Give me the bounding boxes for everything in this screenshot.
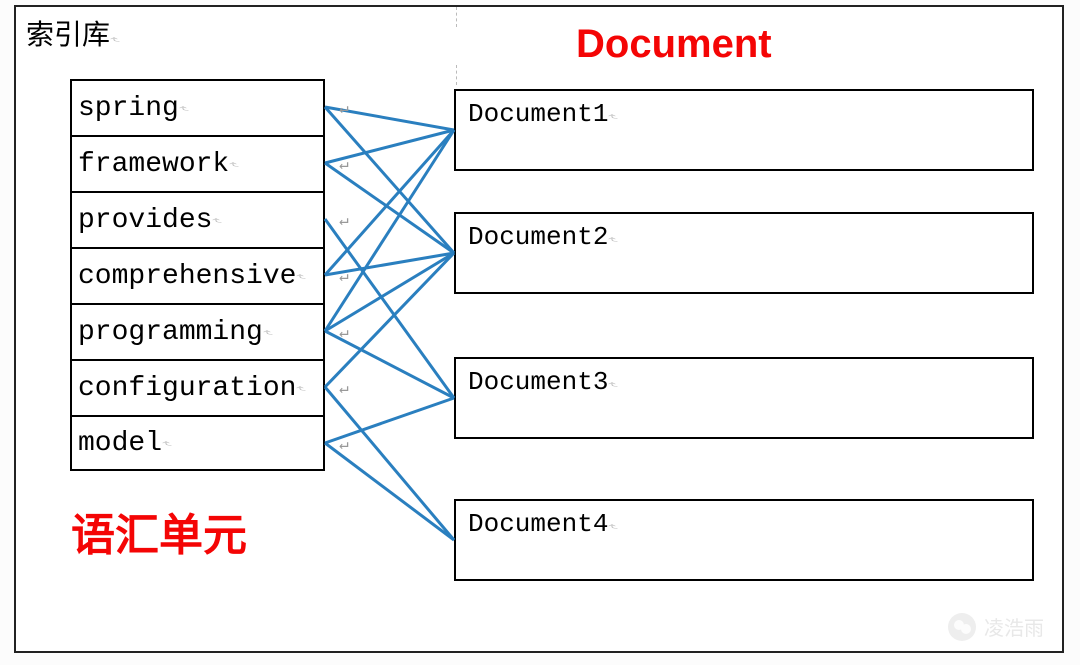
svg-text:↵: ↵ (339, 100, 349, 118)
term-cell: configuration⤶ (70, 359, 325, 415)
document-box: Document1⤶ (454, 89, 1034, 171)
term-cell: framework⤶ (70, 135, 325, 191)
document-box: Document2⤶ (454, 212, 1034, 294)
term-text: programming (78, 317, 263, 348)
term-cell: model⤶ (70, 415, 325, 471)
wechat-icon (948, 613, 976, 641)
svg-text:↵: ↵ (339, 268, 349, 286)
svg-text:↵: ↵ (339, 212, 349, 230)
document-label: Document1 (468, 99, 608, 129)
index-library-title: 索引库⤶ (26, 13, 120, 53)
term-text: comprehensive (78, 261, 296, 292)
term-cell: spring⤶ (70, 79, 325, 135)
term-text: framework (78, 149, 229, 180)
svg-text:↵: ↵ (339, 380, 349, 398)
term-text: configuration (78, 373, 296, 404)
vocabulary-unit-heading: 语汇单元 (71, 499, 247, 563)
document-box: Document4⤶ (454, 499, 1034, 581)
svg-text:↵: ↵ (339, 324, 349, 342)
watermark-text: 凌浩雨 (984, 612, 1044, 641)
tick-mark (456, 7, 458, 27)
watermark: 凌浩雨 (948, 612, 1044, 641)
term-cell: comprehensive⤶ (70, 247, 325, 303)
term-text: model (78, 428, 162, 459)
tick-mark (456, 65, 458, 85)
term-text: provides (78, 205, 212, 236)
document-label: Document4 (468, 509, 608, 539)
document-box: Document3⤶ (454, 357, 1034, 439)
svg-text:↵: ↵ (339, 436, 349, 454)
document-label: Document3 (468, 367, 608, 397)
term-text: spring (78, 93, 179, 124)
term-cell: programming⤶ (70, 303, 325, 359)
document-heading: Document (576, 22, 772, 67)
diagram-frame: 索引库⤶ Document spring⤶ framework⤶ provide… (14, 5, 1064, 653)
term-list: spring⤶ framework⤶ provides⤶ comprehensi… (70, 79, 325, 471)
svg-text:↵: ↵ (339, 156, 349, 174)
term-cell: provides⤶ (70, 191, 325, 247)
document-label: Document2 (468, 222, 608, 252)
